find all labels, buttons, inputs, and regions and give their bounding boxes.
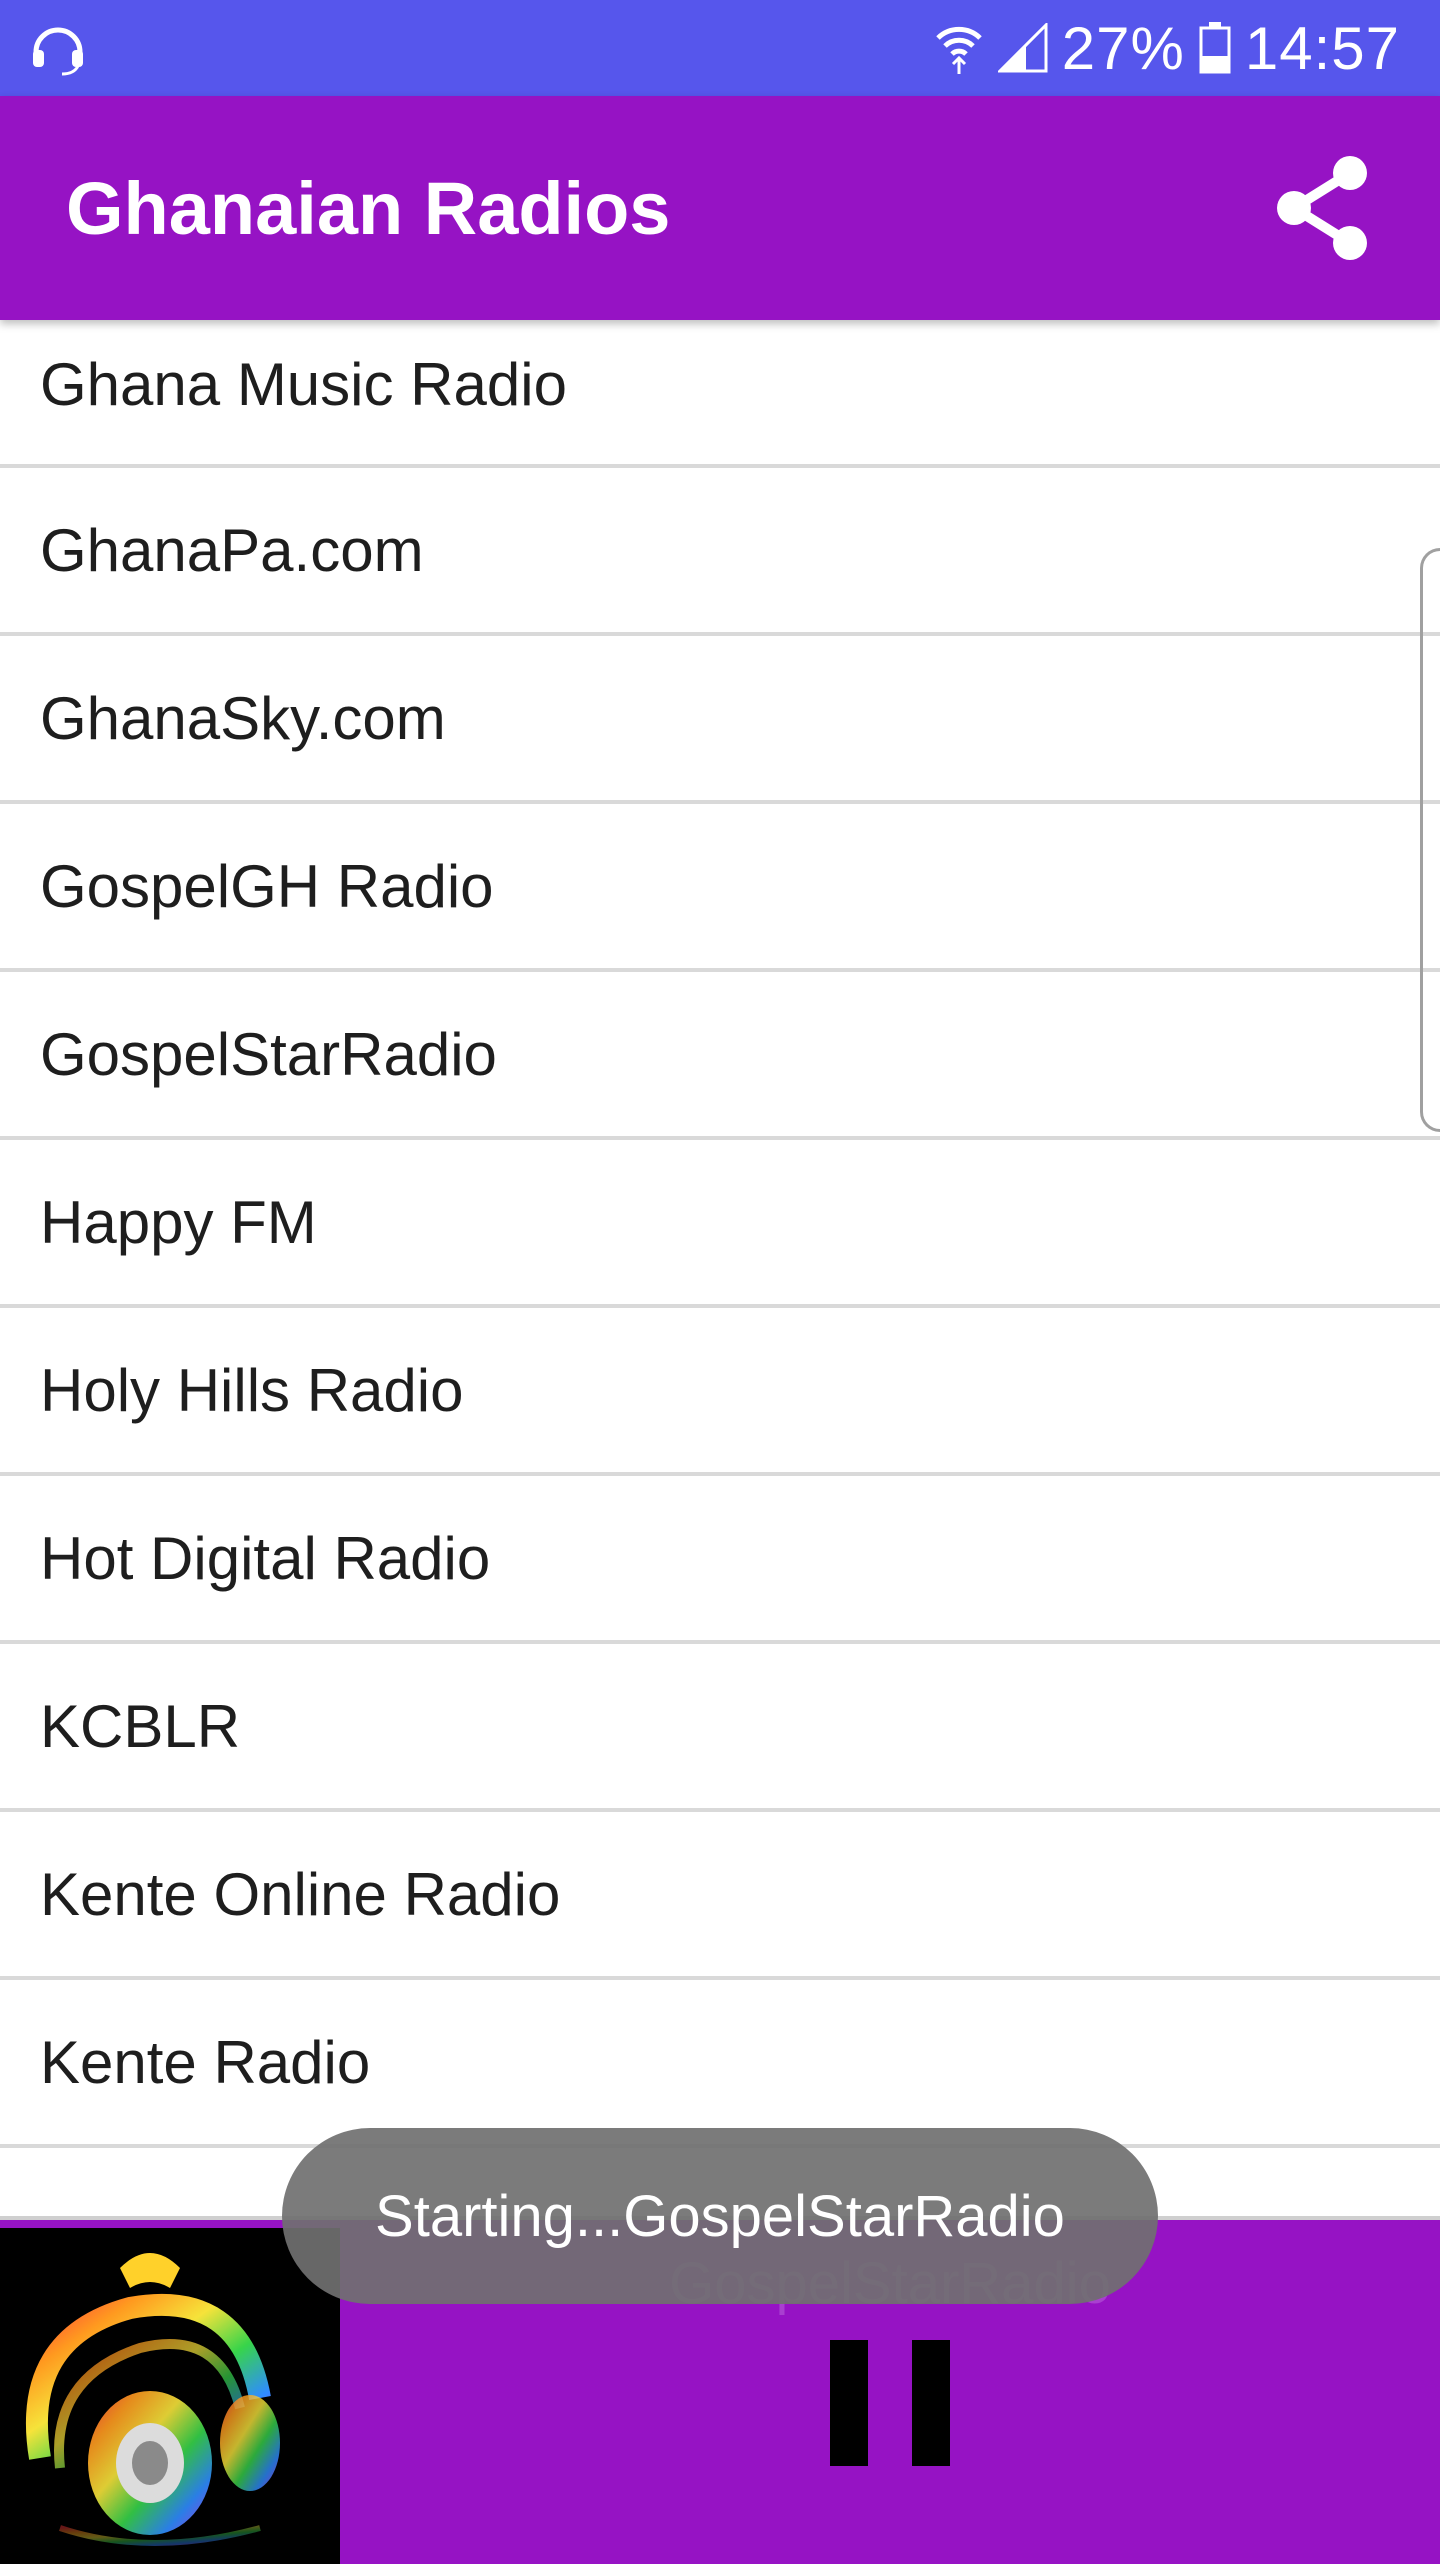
album-art: [0, 2228, 340, 2564]
station-item-hot-digital-radio[interactable]: Hot Digital Radio: [0, 1476, 1440, 1644]
scrollbar-handle[interactable]: [1420, 548, 1440, 1132]
battery-icon: [1199, 22, 1231, 74]
pause-button[interactable]: [830, 2340, 950, 2466]
battery-percent: 27%: [1061, 14, 1185, 82]
station-item-gospelstarradio[interactable]: GospelStarRadio: [0, 972, 1440, 1140]
page-title: Ghanaian Radios: [66, 166, 671, 250]
status-bar: 27% 14:57: [0, 0, 1440, 96]
share-button[interactable]: [1264, 150, 1380, 266]
toast-message: Starting...GospelStarRadio: [282, 2128, 1158, 2304]
station-item-holy-hills-radio[interactable]: Holy Hills Radio: [0, 1308, 1440, 1476]
station-item-ghanasky[interactable]: GhanaSky.com: [0, 636, 1440, 804]
headset-icon: [33, 27, 83, 76]
station-item-ghana-music-radio[interactable]: Ghana Music Radio: [0, 320, 1440, 468]
station-item-kcblr[interactable]: KCBLR: [0, 1644, 1440, 1812]
station-item-kente-radio[interactable]: Kente Radio: [0, 1980, 1440, 2148]
clock: 14:57: [1244, 14, 1400, 82]
app-bar: Ghanaian Radios: [0, 96, 1440, 320]
headphones-art-icon: [25, 2253, 280, 2546]
signal-icon: [997, 23, 1048, 73]
pause-icon: [830, 2340, 868, 2466]
station-item-gospelgh-radio[interactable]: GospelGH Radio: [0, 804, 1440, 972]
share-icon: [1277, 156, 1367, 260]
wifi-icon: [936, 26, 982, 74]
station-item-kente-online-radio[interactable]: Kente Online Radio: [0, 1812, 1440, 1980]
pause-icon-bar: [912, 2340, 950, 2466]
station-list: Ghana Music Radio GhanaPa.com GhanaSky.c…: [0, 320, 1440, 2148]
station-item-happy-fm[interactable]: Happy FM: [0, 1140, 1440, 1308]
station-item-ghanapa[interactable]: GhanaPa.com: [0, 468, 1440, 636]
